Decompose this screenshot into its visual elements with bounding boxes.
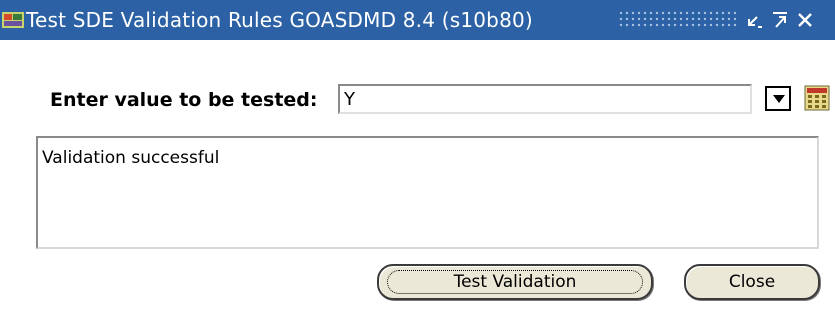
message-box: Validation successful [36, 136, 819, 249]
value-label: Enter value to be tested: [50, 89, 318, 111]
close-icon[interactable] [796, 11, 814, 29]
message-text: Validation successful [42, 148, 220, 168]
dropdown-arrow-icon[interactable] [765, 86, 791, 111]
test-validation-label: Test Validation [453, 272, 577, 292]
app-icon [2, 10, 24, 30]
minimize-icon[interactable] [745, 11, 763, 29]
test-validation-button[interactable]: Test Validation [377, 264, 653, 300]
title-grip [618, 10, 738, 30]
title-bar: Test SDE Validation Rules GOASDMD 8.4 (s… [0, 0, 835, 40]
maximize-icon[interactable] [771, 11, 789, 29]
window-title: Test SDE Validation Rules GOASDMD 8.4 (s… [26, 8, 533, 32]
calendar-icon[interactable] [804, 85, 830, 111]
close-button[interactable]: Close [684, 264, 820, 300]
value-input[interactable] [338, 84, 752, 114]
close-label: Close [728, 272, 776, 292]
